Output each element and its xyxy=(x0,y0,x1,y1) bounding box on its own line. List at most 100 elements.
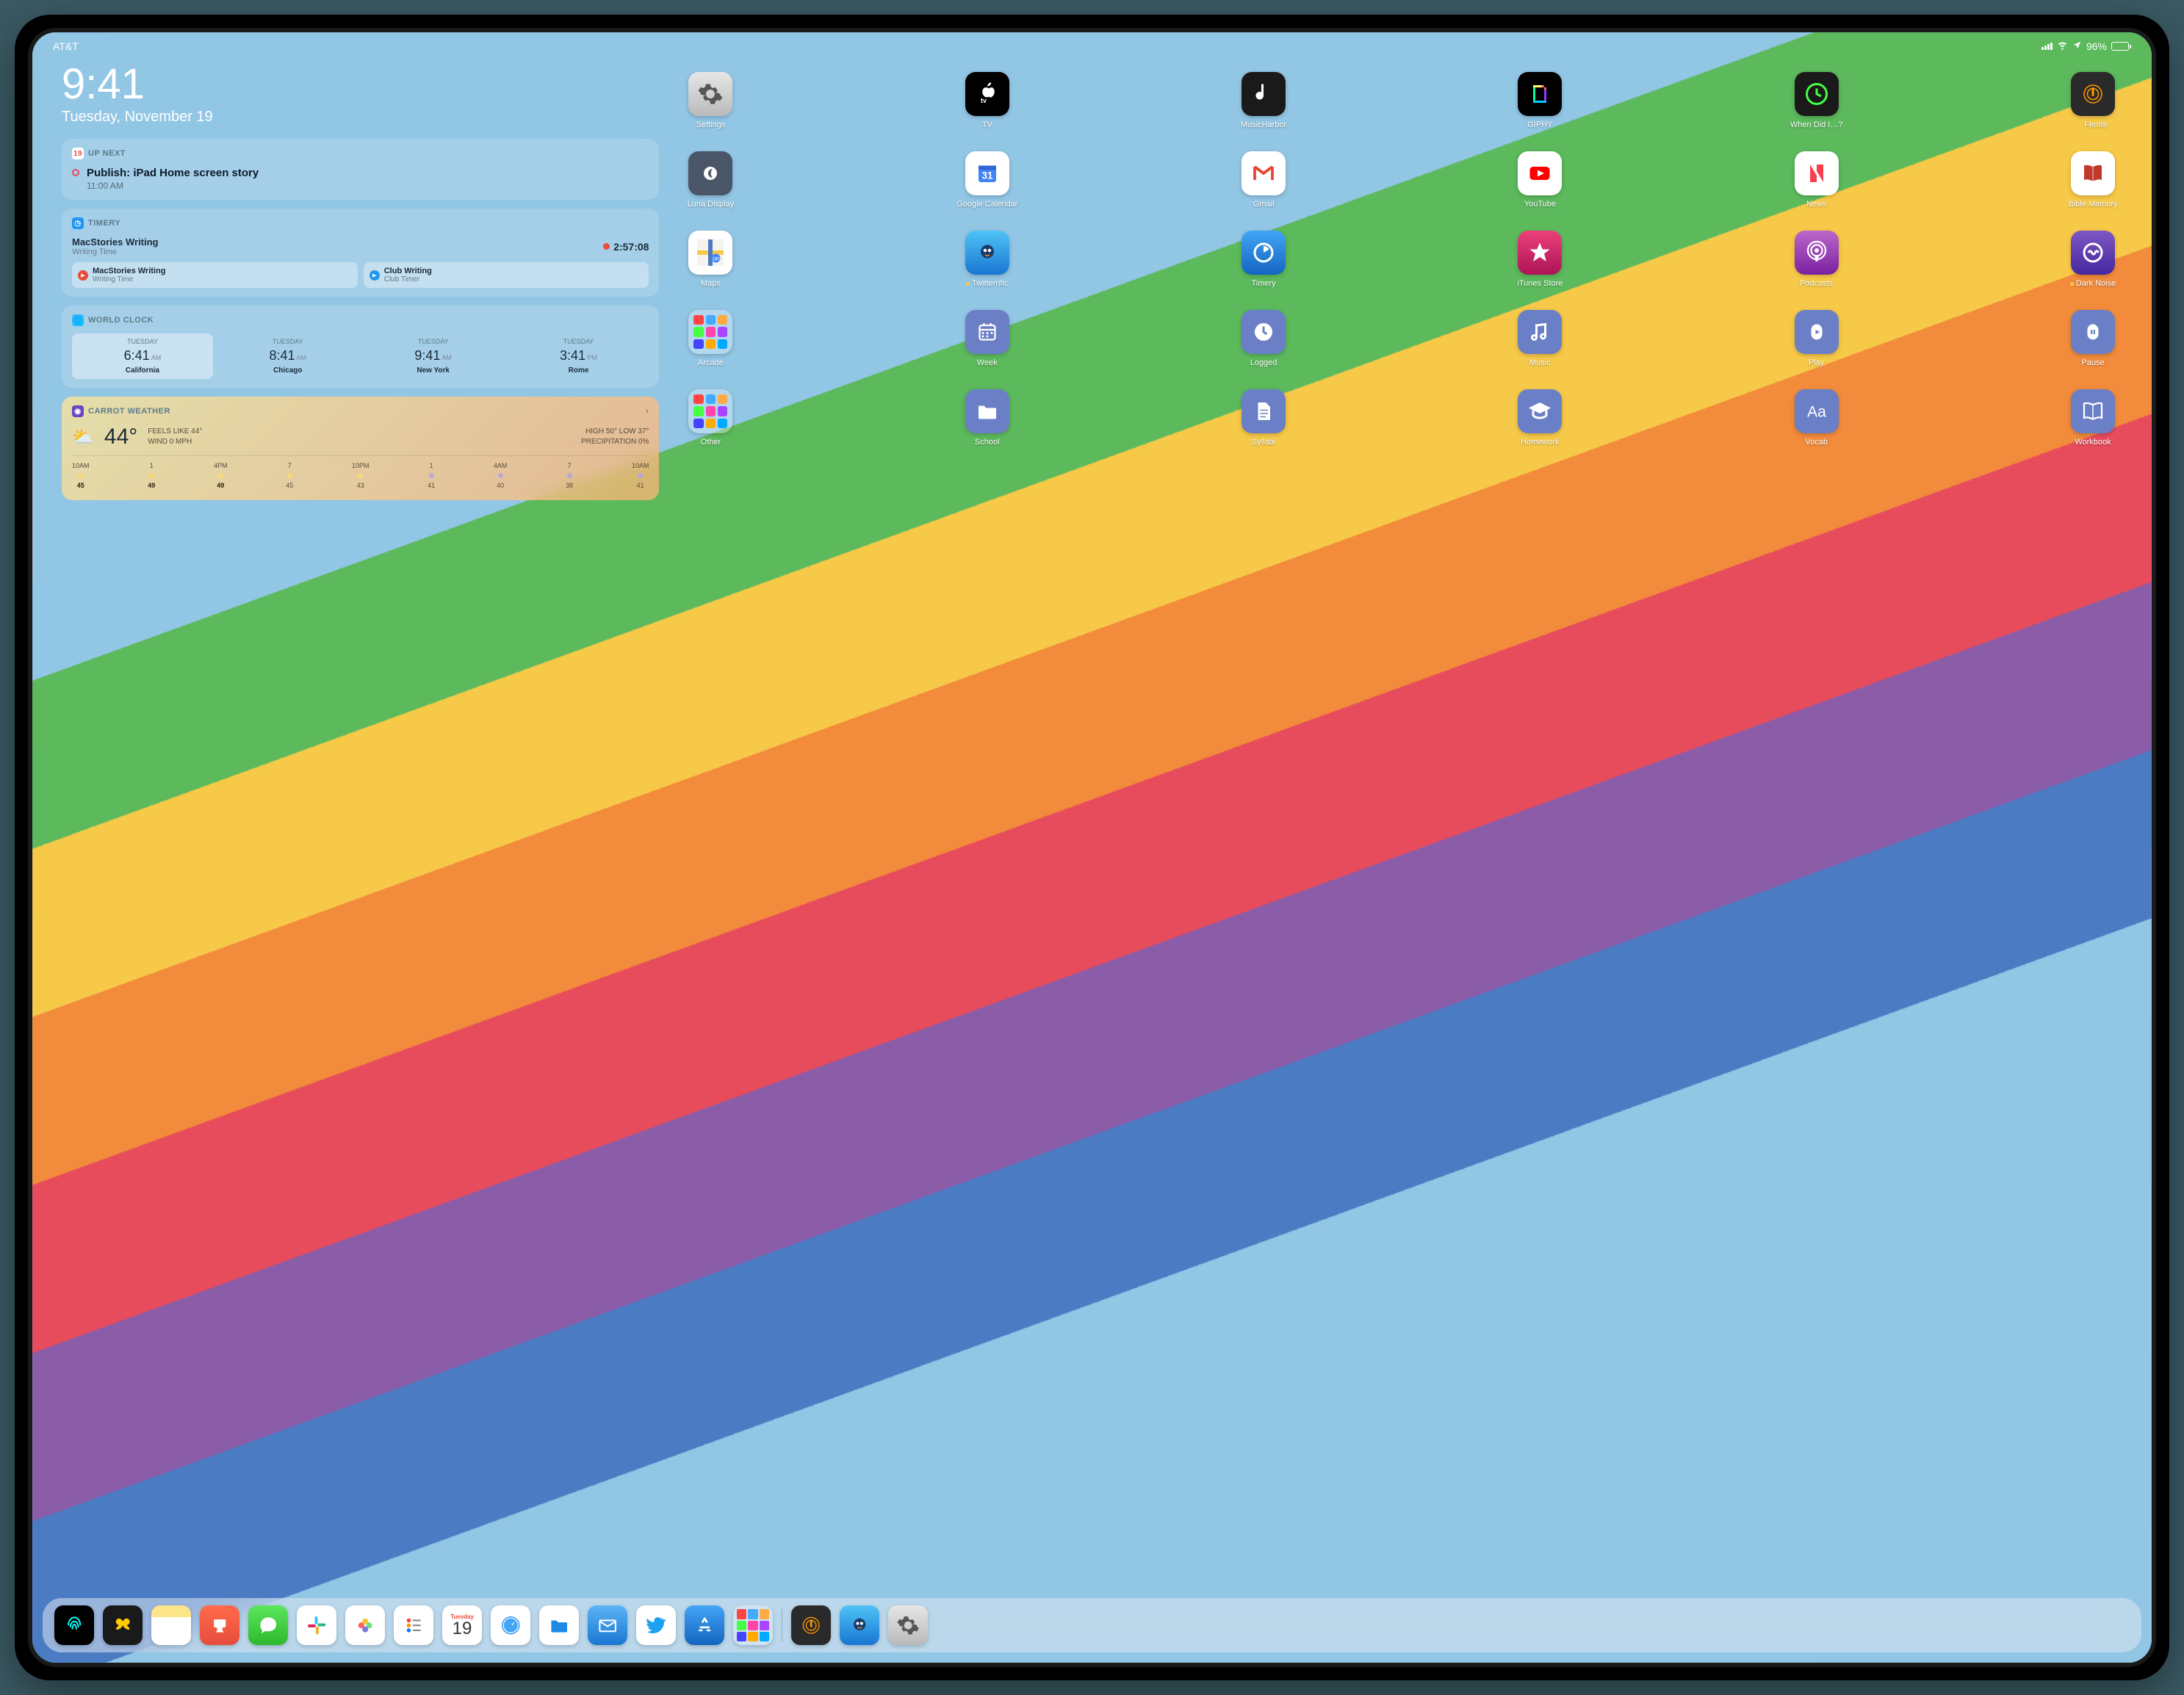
dock-twitter[interactable] xyxy=(636,1605,676,1645)
app-youtube[interactable]: YouTube xyxy=(1510,151,1569,209)
podcasts-icon xyxy=(1795,231,1839,275)
app-label: Luna Display xyxy=(688,200,735,209)
dock-calendar[interactable]: Tuesday 19 xyxy=(442,1605,482,1645)
app-label: Arcade xyxy=(698,358,724,367)
timer-name: MacStories Writing xyxy=(72,236,159,247)
app-musicharbor[interactable]: MusicHarbor xyxy=(1234,72,1293,129)
hourly-cell: 10PM 43 xyxy=(352,460,370,491)
app-dark-noise[interactable]: Dark Noise xyxy=(2064,231,2122,288)
app-music[interactable]: Music xyxy=(1510,310,1569,367)
dock-twitterrific[interactable] xyxy=(840,1605,879,1645)
screen: AT&T 96% 9:41 Tuesday, November 19 19 UP… xyxy=(32,32,2152,1663)
app-workbook[interactable]: Workbook xyxy=(2064,389,2122,447)
upnext-widget[interactable]: 19 UP NEXT Publish: iPad Home screen sto… xyxy=(62,139,659,200)
worldclock-cell[interactable]: TUESDAY 9:41 AM New York xyxy=(363,333,504,379)
clock-date: Tuesday, November 19 xyxy=(62,109,659,126)
app-tv[interactable]: tvTV xyxy=(958,72,1017,129)
app-label: Homework xyxy=(1521,438,1560,447)
dock-shortcuts-folder[interactable] xyxy=(733,1605,773,1645)
dock-ferrite[interactable] xyxy=(791,1605,831,1645)
app-label: Music xyxy=(1529,358,1551,367)
timer-card[interactable]: ▶ MacStories Writing Writing Time xyxy=(72,262,358,288)
app-news[interactable]: News xyxy=(1787,151,1846,209)
battery-icon xyxy=(2111,42,2131,51)
app-arcade[interactable]: Arcade xyxy=(681,310,740,367)
syllabi-icon xyxy=(1241,389,1286,433)
hourly-cell: 1 49 xyxy=(148,460,155,491)
app-when-did-i-[interactable]: When Did I…? xyxy=(1787,72,1846,129)
pause-icon xyxy=(2071,310,2115,354)
app-settings[interactable]: Settings xyxy=(681,72,740,129)
workbook-icon xyxy=(2071,389,2115,433)
app-google-calendar[interactable]: 31Google Calendar xyxy=(958,151,1017,209)
app-play[interactable]: Play xyxy=(1787,310,1846,367)
app-podcasts[interactable]: Podcasts xyxy=(1787,231,1846,288)
app-vocab[interactable]: AaVocab xyxy=(1787,389,1846,447)
dock-photos[interactable] xyxy=(345,1605,385,1645)
worldclock-cell[interactable]: TUESDAY 3:41 PM Rome xyxy=(508,333,649,379)
app-row: Other School Syllabi Homework AaVocab Wo… xyxy=(681,389,2122,447)
dock-appstore[interactable] xyxy=(685,1605,724,1645)
giphy-icon xyxy=(1518,72,1562,116)
app-gmail[interactable]: Gmail xyxy=(1234,151,1293,209)
worldclock-widget[interactable]: 🌐 WORLD CLOCK TUESDAY 6:41 AM California… xyxy=(62,306,659,388)
app-ferrite[interactable]: Ferrite xyxy=(2064,72,2122,129)
app-other[interactable]: Other xyxy=(681,389,740,447)
google-calendar-icon: 31 xyxy=(965,151,1009,195)
dock-reminders[interactable] xyxy=(394,1605,433,1645)
app-homework[interactable]: Homework xyxy=(1510,389,1569,447)
location-icon xyxy=(2072,40,2082,52)
app-maps[interactable]: 280Maps xyxy=(681,231,740,288)
timer-card-name: Club Writing xyxy=(384,267,432,275)
app-row: Luna Display 31Google Calendar Gmail You… xyxy=(681,151,2122,209)
timer-card-name: MacStories Writing xyxy=(93,267,165,275)
app-school[interactable]: School xyxy=(958,389,1017,447)
worldclock-cell[interactable]: TUESDAY 6:41 AM California xyxy=(72,333,213,379)
homework-icon xyxy=(1518,389,1562,433)
timery-header: TIMERY xyxy=(88,219,120,228)
dock-safari[interactable] xyxy=(491,1605,530,1645)
app-label: Play xyxy=(1809,358,1824,367)
dock-messages[interactable] xyxy=(248,1605,288,1645)
app-syllabi[interactable]: Syllabi xyxy=(1234,389,1293,447)
app-giphy[interactable]: GIPHY xyxy=(1510,72,1569,129)
app-label: Vocab xyxy=(1805,438,1828,447)
dock-drafts[interactable] xyxy=(103,1605,143,1645)
carrot-widget[interactable]: ◉ CARROT WEATHER › ⛅ 44° FEELS LIKE 44° … xyxy=(62,397,659,500)
wind: WIND 0 MPH xyxy=(148,437,202,447)
school-icon xyxy=(965,389,1009,433)
calendar-icon: 19 xyxy=(72,148,84,159)
dock-slack[interactable] xyxy=(297,1605,336,1645)
dock-mail[interactable] xyxy=(588,1605,627,1645)
app-logged[interactable]: Logged xyxy=(1234,310,1293,367)
dock-touchid[interactable] xyxy=(54,1605,94,1645)
dock-keynote[interactable] xyxy=(200,1605,239,1645)
high-low: HIGH 50° LOW 37° xyxy=(581,427,649,437)
precipitation: PRECIPITATION 0% xyxy=(581,437,649,447)
timer-card[interactable]: ▶ Club Writing Club Timer xyxy=(364,262,649,288)
app-label: Pause xyxy=(2081,358,2104,367)
timery-widget[interactable]: ◷ TIMERY MacStories Writing Writing Time… xyxy=(62,209,659,297)
dock-files[interactable] xyxy=(539,1605,579,1645)
wc-time: 9:41 AM xyxy=(364,348,502,364)
app-week[interactable]: Week xyxy=(958,310,1017,367)
app-label: Workbook xyxy=(2075,438,2111,447)
app-itunes-store[interactable]: iTunes Store xyxy=(1510,231,1569,288)
tweetbot-icon xyxy=(965,231,1009,275)
app-label: YouTube xyxy=(1524,200,1556,209)
svg-text:280: 280 xyxy=(713,258,721,262)
hourly-cell: 4PM 49 xyxy=(214,460,228,491)
wc-day: TUESDAY xyxy=(219,338,357,345)
musicharbor-icon xyxy=(1241,72,1286,116)
app-timery[interactable]: Timery xyxy=(1234,231,1293,288)
app-bible-memory[interactable]: Bible Memory xyxy=(2064,151,2122,209)
app-tweetbot[interactable]: Twitterrific xyxy=(958,231,1017,288)
carrot-icon: ◉ xyxy=(72,405,84,417)
upnext-header: UP NEXT xyxy=(88,149,126,158)
timery-icon: ◷ xyxy=(72,217,84,229)
app-luna-display[interactable]: Luna Display xyxy=(681,151,740,209)
dock-settings[interactable] xyxy=(888,1605,928,1645)
worldclock-cell[interactable]: TUESDAY 8:41 AM Chicago xyxy=(217,333,358,379)
app-pause[interactable]: Pause xyxy=(2064,310,2122,367)
dock-notes[interactable] xyxy=(151,1605,191,1645)
